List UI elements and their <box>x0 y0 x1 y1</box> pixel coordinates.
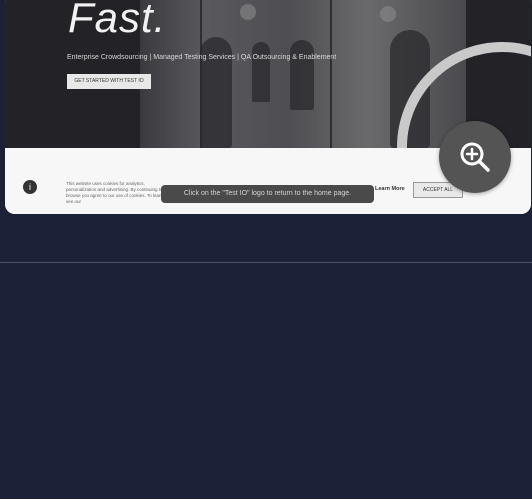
divider <box>0 262 532 263</box>
learn-more-link[interactable]: Learn More <box>375 186 405 192</box>
hero-title: Fast. <box>68 0 167 41</box>
zoom-in-icon <box>460 142 490 172</box>
info-icon: i <box>23 180 37 194</box>
hero-tagline: Enterprise Crowdsourcing | Managed Testi… <box>67 54 337 61</box>
zoom-button[interactable] <box>439 121 511 193</box>
cookie-text: This website uses cookies for analytics,… <box>66 181 176 204</box>
get-started-button[interactable]: GET STARTED WITH TEST IO <box>67 74 151 89</box>
tooltip: Click on the "Test IO" logo to return to… <box>161 185 374 203</box>
hero-section: Fast. Enterprise Crowdsourcing | Managed… <box>5 0 531 148</box>
